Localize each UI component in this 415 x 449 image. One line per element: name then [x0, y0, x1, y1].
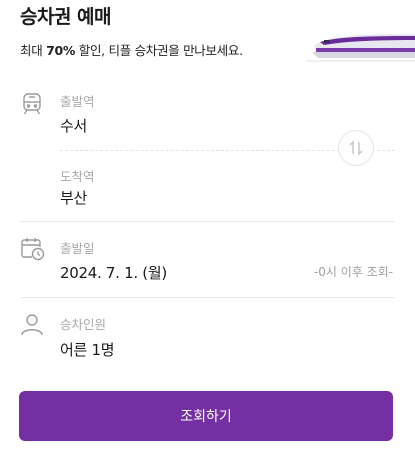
arrival-field[interactable]: 도착역 부산 [20, 163, 395, 213]
passenger-field[interactable]: 승차인원 어른 1명 [20, 312, 395, 362]
passenger-value: 어른 1명 [60, 341, 115, 359]
date-value: 2024. 7. 1. (월) [60, 264, 167, 282]
swap-icon [349, 140, 363, 156]
departure-field[interactable]: 출발역 수서 [20, 88, 395, 138]
arrival-value: 부산 [60, 189, 88, 207]
train-icon [23, 93, 41, 115]
date-hint: -0시 이후 조회- [313, 265, 393, 279]
person-icon [21, 314, 43, 336]
arrival-label: 도착역 [60, 169, 95, 184]
date-label: 출발일 [60, 241, 95, 256]
departure-value: 수서 [60, 117, 88, 135]
swap-stations-button[interactable] [338, 130, 374, 166]
promo-subtitle: 최대 70% 할인, 티플 승차권을 만나보세요. [20, 43, 243, 58]
passenger-label: 승차인원 [60, 317, 107, 332]
calendar-clock-icon [21, 238, 45, 261]
train-illustration [306, 34, 415, 62]
divider [20, 221, 395, 222]
search-button[interactable]: 조회하기 [19, 391, 393, 441]
page-title: 승차권 예매 [20, 6, 112, 28]
departure-label: 출발역 [60, 94, 95, 109]
divider [20, 297, 395, 298]
